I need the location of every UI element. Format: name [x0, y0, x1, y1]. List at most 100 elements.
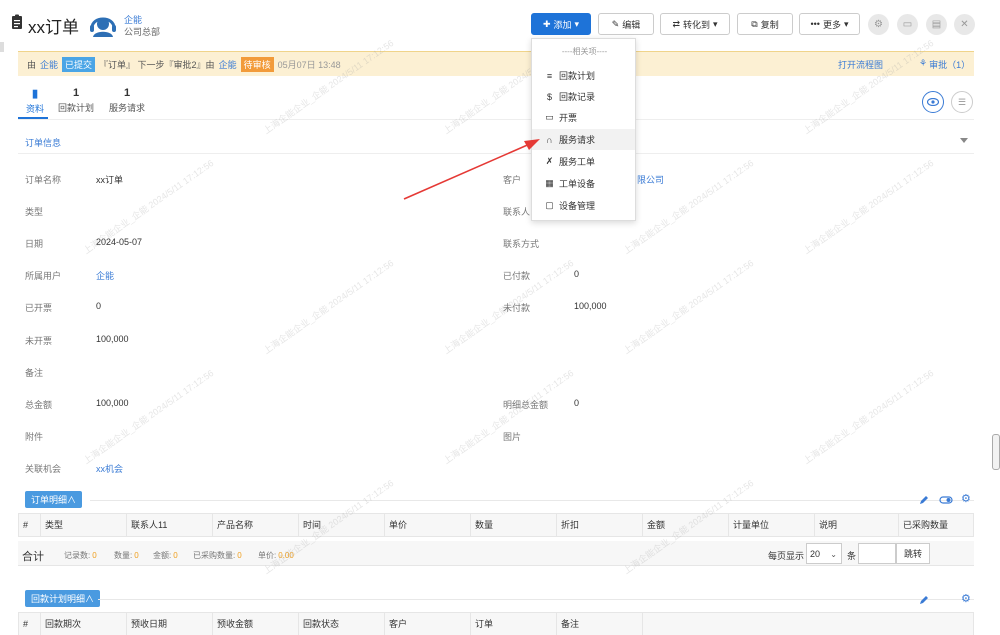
column-header: # [19, 613, 41, 635]
field-label: 所属用户 [25, 271, 62, 281]
tab-info[interactable]: ▮ 资料 [24, 87, 46, 115]
caret-down-icon: ▾ [713, 18, 718, 29]
column-header: 客户 [385, 613, 471, 635]
summary-purchased: 已采购数量: 0 [193, 551, 242, 560]
field-label: 类型 [25, 207, 44, 217]
column-header: 折扣 [557, 514, 643, 536]
edit-icon: ✎ [611, 18, 620, 29]
summary-records: 记录数: 0 [64, 551, 97, 560]
add-dropdown-menu: ----相关项---- ≡ 回款计划 $ 回款记录 ▭ 开票 ∩ 服务请求 ✗ 服务工单 … [531, 38, 636, 221]
per-page-select[interactable]: 20 ⌄ [806, 543, 842, 564]
avatar-icon [90, 17, 116, 37]
approver-link[interactable]: 企能 [40, 58, 58, 71]
column-header: 类型 [41, 514, 127, 536]
watermark: 上海企能企业_企能 2024/5/11 17:12:56 [261, 257, 396, 356]
per-page-unit: 条 [847, 551, 857, 561]
field-label: 关联机会 [25, 464, 62, 474]
menu-item-service-request[interactable]: ∩ 服务请求 [532, 129, 635, 150]
vertical-scrollbar-thumb[interactable] [992, 434, 1000, 470]
exchange-icon: ⇄ [672, 18, 680, 29]
eye-icon[interactable] [922, 91, 944, 113]
book-icon: ▮ [31, 88, 39, 100]
field-value: 0 [574, 398, 580, 408]
owner-user-link[interactable]: 企能 [96, 269, 114, 282]
gear-icon[interactable]: ⚙ [961, 492, 971, 505]
menu-item-payment-record[interactable]: $ 回款记录 [532, 86, 635, 107]
related-opportunity-link[interactable]: xx机会 [96, 462, 123, 475]
column-header: 单价 [385, 514, 471, 536]
sliders-icon[interactable]: ☰ [951, 91, 973, 113]
field-label: 日期 [25, 239, 44, 249]
field-value: xx订单 [96, 175, 124, 185]
column-header: 计量单位 [729, 514, 815, 536]
menu-item-work-order-device[interactable]: ▦ 工单设备 [532, 173, 635, 194]
caret-down-icon: ▾ [574, 18, 580, 29]
collapse-caret-icon[interactable] [960, 138, 968, 143]
tab-payment-plan[interactable]: 1 回款计划 [57, 87, 95, 114]
section-title: 订单信息 [25, 138, 62, 148]
watermark: 上海企能企业_企能 2024/5/11 17:12:56 [801, 367, 936, 466]
column-header: 数量 [471, 514, 557, 536]
column-header: 说明 [815, 514, 899, 536]
dropdown-header: ----相关项---- [561, 47, 608, 56]
field-label: 客户 [503, 175, 522, 185]
wrench-icon: ✗ [545, 156, 554, 166]
caret-down-icon: ▾ [843, 18, 849, 29]
watermark: 上海企能企业_企能 2024/5/11 17:12:56 [81, 157, 216, 256]
field-label: 图片 [503, 432, 522, 442]
share-icon[interactable]: ⚙ [868, 14, 889, 35]
list-icon: ≡ [546, 70, 553, 81]
watermark: 上海企能企业_企能 2024/5/11 17:12:56 [801, 157, 936, 256]
section-divider [90, 500, 974, 501]
pencil-icon[interactable] [918, 594, 930, 606]
edit-button[interactable]: ✎ 编辑 [598, 13, 654, 35]
watermark: 上海企能企业_企能 2024/5/11 17:12:56 [81, 367, 216, 466]
column-header: 备注 [557, 613, 643, 635]
status-badge-pending: 待审核 [240, 56, 274, 72]
column-header: 已采购数量 [903, 520, 949, 530]
summary-quantity: 数量: 0 [114, 551, 139, 560]
customer-link[interactable]: 限公司 [637, 173, 664, 186]
field-label: 联系人 [503, 207, 531, 217]
pencil-icon[interactable] [918, 494, 930, 506]
approve-link[interactable]: ⚘ 审批（1） [919, 58, 970, 71]
gear-icon[interactable]: ⚙ [961, 592, 971, 605]
page-title: xx订单 [28, 18, 79, 37]
page-number-input[interactable] [858, 543, 896, 564]
field-value: 0 [574, 269, 580, 279]
clipboard-icon [12, 14, 22, 29]
open-flowchart-link[interactable]: 打开流程图 [838, 58, 883, 71]
menu-item-work-order[interactable]: ✗ 服务工单 [532, 151, 635, 172]
close-icon[interactable]: ✕ [954, 14, 975, 35]
toggle-icon[interactable] [939, 494, 953, 506]
add-button[interactable]: ✚ 添加 ▾ [531, 13, 591, 35]
field-label: 联系方式 [503, 239, 540, 249]
summary-amount: 金额: 0 [153, 551, 178, 560]
section-divider [18, 153, 974, 154]
jump-button[interactable]: 跳转 [896, 543, 930, 564]
section-divider [98, 599, 974, 600]
credit-card-icon: ▭ [545, 112, 554, 122]
order-detail-toggle-button[interactable]: 订单明细∧ [25, 491, 83, 508]
menu-item-payment-plan[interactable]: ≡ 回款计划 [532, 65, 635, 86]
field-label: 已付款 [503, 271, 531, 281]
tab-service-request[interactable]: 1 服务请求 [108, 87, 146, 114]
field-value: 0 [96, 301, 102, 311]
column-header: 预收金额 [213, 613, 299, 635]
sitemap-icon: ⚘ [919, 58, 928, 68]
window-icon[interactable]: ▭ [897, 14, 918, 35]
menu-item-device-management[interactable]: ▢ 设备管理 [532, 195, 635, 216]
menu-item-invoice[interactable]: ▭ 开票 [532, 107, 635, 128]
convert-button[interactable]: ⇄ 转化到 ▾ [660, 13, 730, 35]
headphones-icon: ∩ [546, 134, 553, 145]
approval-time: 05月07日 13:48 [277, 59, 341, 70]
field-label: 附件 [25, 432, 44, 442]
note-icon[interactable]: ▤ [926, 14, 947, 35]
field-value: 100,000 [96, 398, 129, 408]
field-value: 100,000 [96, 334, 129, 344]
more-button[interactable]: ••• 更多 ▾ [799, 13, 860, 35]
next-approver-link[interactable]: 企能 [219, 58, 237, 71]
payment-plan-toggle-button[interactable]: 回款计划明细∧ [25, 590, 101, 607]
field-label: 已开票 [25, 303, 53, 313]
copy-button[interactable]: ⧉ 复制 [737, 13, 793, 35]
